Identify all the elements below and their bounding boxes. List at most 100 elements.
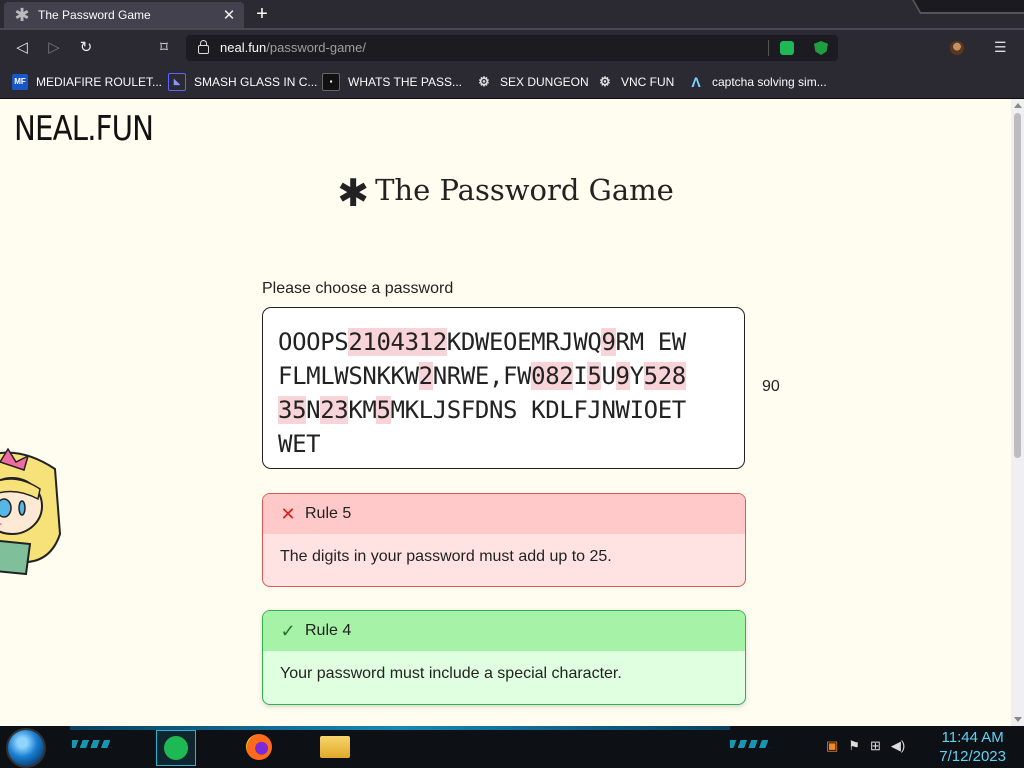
system-tray: ▣ ⚑ ⊞ ◀) <box>826 738 905 754</box>
hamburger-menu-icon[interactable]: ☰ <box>994 40 1008 54</box>
bookmark-item[interactable]: Λ captcha solving sim... <box>688 73 826 91</box>
address-bar[interactable]: neal.fun/password-game/ <box>186 35 838 61</box>
bookmark-item[interactable]: ▪ WHATS THE PASS... <box>322 73 462 91</box>
shield-extension-icon[interactable] <box>814 41 828 55</box>
volume-icon[interactable]: ◀) <box>891 738 905 754</box>
password-char <box>517 396 531 424</box>
scrollbar-thumb[interactable] <box>1014 113 1021 458</box>
start-orb-icon[interactable] <box>8 730 44 766</box>
password-char: W <box>334 362 349 390</box>
password-char: K <box>390 362 405 390</box>
account-avatar[interactable] <box>950 41 964 55</box>
password-char: N <box>306 396 321 424</box>
password-input[interactable]: OOOPS2104312KDWEOEMRJWQ9RM EW FLMLWSNKKW… <box>262 307 745 469</box>
flag-icon[interactable]: ⚑ <box>848 738 860 754</box>
url-path: /password-game/ <box>266 40 366 55</box>
url-host: neal.fun <box>220 40 267 55</box>
scroll-up-icon[interactable] <box>1014 103 1022 108</box>
caret-icon: Λ <box>691 74 701 90</box>
checkmark-icon: ✓ <box>280 620 296 641</box>
digit-highlight: 2 <box>657 362 672 390</box>
password-prompt: Please choose a password <box>262 280 454 297</box>
password-char: L <box>559 396 574 424</box>
page-content: NEAL.FUN ✱ The Password Game Please choos… <box>0 99 1011 726</box>
password-char: T <box>306 430 321 458</box>
rule-text: Your password must include a special cha… <box>280 665 622 682</box>
password-char: D <box>460 328 475 356</box>
url-separator <box>768 40 769 56</box>
password-char: W <box>573 328 588 356</box>
character-count: 90 <box>762 378 780 395</box>
password-char: Q <box>587 328 602 356</box>
scroll-down-icon[interactable] <box>1014 717 1022 722</box>
digit-highlight: 3 <box>404 328 419 356</box>
bookmark-item[interactable]: MF MEDIAFIRE ROULET... <box>12 73 162 91</box>
password-char: K <box>446 328 461 356</box>
password-char: O <box>503 328 518 356</box>
bookmark-label: VNC FUN <box>621 75 675 89</box>
digit-highlight: 5 <box>587 362 602 390</box>
site-logo[interactable]: NEAL.FUN <box>14 109 154 149</box>
digit-highlight: 1 <box>362 328 377 356</box>
password-char: N <box>362 362 377 390</box>
bookmark-label: WHATS THE PASS... <box>348 75 463 89</box>
digit-highlight: 5 <box>376 396 391 424</box>
password-char: J <box>587 396 602 424</box>
spotify-icon[interactable] <box>156 730 196 766</box>
bookmarks-toolbar: MF MEDIAFIRE ROULET... ◣ SMASH GLASS IN … <box>0 66 1024 99</box>
password-char: W <box>517 362 532 390</box>
password-line: FLMLWSNKKW2NRWE,FW082I5U9Y528 <box>278 359 730 393</box>
digit-highlight: 8 <box>545 362 560 390</box>
password-char: E <box>474 362 489 390</box>
password-char: W <box>615 396 630 424</box>
password-char: N <box>601 396 616 424</box>
password-char: W <box>474 328 489 356</box>
back-arrow-icon[interactable]: ◁ <box>12 38 32 58</box>
page-title-text: The Password Game <box>375 173 674 207</box>
reload-icon[interactable]: ↻ <box>76 38 96 58</box>
bookmark-icon[interactable]: ⌑ <box>154 38 174 58</box>
bookmark-item[interactable]: ⚙ VNC FUN <box>597 73 674 91</box>
bookmark-item[interactable]: ⚙ SEX DUNGEON <box>476 73 589 91</box>
close-tab-icon[interactable]: ✕ <box>222 6 236 24</box>
digit-highlight: 2 <box>418 362 433 390</box>
bookmark-item[interactable]: ◣ SMASH GLASS IN C... <box>168 73 317 91</box>
bookmark-label: MEDIAFIRE ROULET... <box>36 75 163 89</box>
digit-highlight: 8 <box>671 362 686 390</box>
digit-highlight: 9 <box>601 328 616 356</box>
spotify-extension-icon[interactable] <box>780 41 794 55</box>
password-char: K <box>348 396 363 424</box>
password-char: S <box>348 362 363 390</box>
glass-icon: ◣ <box>168 73 186 91</box>
tab-title: The Password Game <box>38 8 151 22</box>
password-char: S <box>503 396 518 424</box>
password-line: 35N23KM5MKLJSFDNS KDLFJNWIOET <box>278 393 730 427</box>
bot-icon: ⚙ <box>478 74 490 89</box>
digit-highlight: 3 <box>334 396 349 424</box>
password-line: WET <box>278 427 730 461</box>
forward-arrow-icon[interactable]: ▷ <box>44 38 64 58</box>
bookmark-label: SEX DUNGEON <box>500 75 589 89</box>
new-tab-plus-icon[interactable]: + <box>252 4 272 25</box>
rule-header: ✓ Rule 4 <box>263 611 745 651</box>
lock-icon <box>198 40 209 54</box>
digit-highlight: 4 <box>390 328 405 356</box>
password-char: O <box>278 328 293 356</box>
digit-highlight: 0 <box>531 362 546 390</box>
password-char: L <box>292 362 307 390</box>
file-explorer-icon[interactable] <box>316 730 354 764</box>
page-scrollbar[interactable] <box>1011 99 1024 726</box>
password-char: R <box>545 328 560 356</box>
active-tab[interactable]: ✱ The Password Game ✕ <box>4 2 244 28</box>
digit-highlight: 5 <box>643 362 658 390</box>
system-clock[interactable]: 11:44 AM 7/12/2023 <box>939 728 1006 766</box>
digit-highlight: 5 <box>292 396 307 424</box>
password-char: Y <box>629 362 644 390</box>
digit-highlight: 0 <box>376 328 391 356</box>
password-char: F <box>573 396 588 424</box>
page-icon: ▪ <box>322 73 340 91</box>
network-icon[interactable]: ⊞ <box>870 738 881 754</box>
app-tray-icon[interactable]: ▣ <box>826 738 838 754</box>
firefox-icon[interactable] <box>240 730 278 764</box>
password-char: R <box>446 362 461 390</box>
